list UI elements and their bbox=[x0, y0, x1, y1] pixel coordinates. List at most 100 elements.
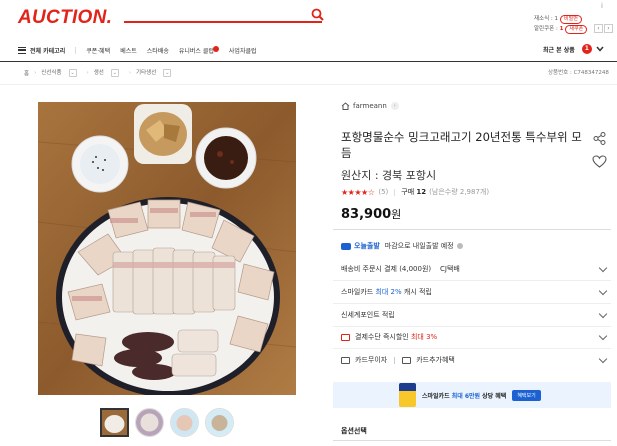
smile-card-suffix: 캐시 적립 bbox=[401, 288, 432, 296]
seller-link[interactable]: farmeann › bbox=[341, 102, 399, 110]
rating-summary: ★★★★☆ (5) 구매 12 (남은수량 2,987개) bbox=[341, 187, 489, 197]
card-benefit-label[interactable]: 카드추가혜택 bbox=[416, 355, 455, 365]
price-divider bbox=[333, 229, 611, 230]
card-icon bbox=[341, 333, 350, 341]
chevron-down-icon: ⌄ bbox=[163, 69, 172, 77]
notice-label: 재소식 : 1 bbox=[534, 16, 559, 22]
banner-text-highlight: 최대 6만원 bbox=[451, 392, 481, 400]
review-count[interactable]: (5) bbox=[378, 188, 388, 196]
options-heading: 옵션선택 bbox=[341, 427, 367, 435]
product-number: 상품번호 : C748347248 bbox=[548, 70, 609, 76]
purchase-number: 12 bbox=[416, 188, 427, 196]
product-main-image bbox=[38, 102, 296, 395]
delivery-fee-row[interactable]: 배송비 주문시 결제 (4,000원) CJ택배 bbox=[341, 263, 608, 275]
shinsegae-point-row[interactable]: 신세계포인트 적립 bbox=[341, 309, 608, 321]
chevron-down-icon bbox=[598, 263, 608, 273]
shinsegae-text: 신세계포인트 적립 bbox=[341, 311, 395, 319]
today-ship-label: 오늘출발 bbox=[354, 242, 380, 250]
recent-products[interactable]: 최근 본 상품 1 bbox=[543, 44, 604, 54]
info-icon[interactable] bbox=[456, 243, 463, 249]
thumbnail-3[interactable] bbox=[170, 408, 199, 437]
breadcrumb-arrow-icon: › bbox=[86, 69, 89, 76]
product-title: 포항명물순수 밍크고래고기 20년전통 특수부위 모듬 bbox=[341, 130, 582, 160]
interest-free-label[interactable]: 카드무이자 bbox=[355, 355, 387, 365]
chevron-down-icon bbox=[598, 309, 608, 319]
breadcrumb: 홈 › 신선식품 ⌄ › 생선 ⌄ › 기타생선 ⌄ bbox=[24, 68, 181, 77]
breadcrumb-level-1[interactable]: 신선식품 ⌄ bbox=[41, 68, 81, 77]
new-badge bbox=[212, 45, 219, 52]
thumbnail-2[interactable] bbox=[135, 408, 164, 437]
info-icon[interactable]: i bbox=[601, 2, 603, 10]
smile-card-row[interactable]: 스마일카드 최대 2% 캐시 적립 bbox=[341, 286, 608, 298]
nav-item-universe-club[interactable]: 유니버스 클럽 bbox=[178, 45, 219, 55]
shipping-today: 오늘출발 마감으로 내일출발 예정 bbox=[341, 241, 463, 251]
breadcrumb-home[interactable]: 홈 bbox=[24, 69, 29, 77]
today-ship-desc: 마감으로 내일출발 예정 bbox=[384, 242, 454, 250]
nav-item-best[interactable]: 베스트 bbox=[120, 46, 137, 55]
nav-item-universe-label: 유니버스 클럽 bbox=[178, 47, 214, 55]
coupon-label: 알린쿠폰 : bbox=[534, 26, 558, 32]
card-benefit-row[interactable]: 카드무이자 카드추가혜택 bbox=[341, 354, 608, 366]
search-icon[interactable] bbox=[311, 8, 324, 21]
share-icon[interactable] bbox=[593, 132, 606, 145]
remaining-stock: (남은수량 2,987개) bbox=[429, 188, 490, 196]
pager-prev-button[interactable]: ‹ bbox=[594, 24, 603, 33]
coupon-count: 1 bbox=[559, 26, 564, 32]
star-rating-icon: ★★★★☆ bbox=[341, 187, 375, 197]
search-input[interactable] bbox=[124, 21, 322, 23]
banner-text-pre: 스마일카드 bbox=[422, 392, 452, 400]
chevron-down-icon bbox=[598, 331, 608, 341]
breadcrumb-level-3-label: 기타생선 bbox=[136, 70, 157, 76]
price-value: 83,900 bbox=[341, 207, 392, 222]
price-unit: 원 bbox=[391, 208, 402, 221]
thumbnail-1[interactable] bbox=[100, 408, 129, 437]
purchase-count: 구매 12 bbox=[401, 187, 426, 197]
pager-next-button[interactable]: › bbox=[604, 24, 613, 33]
discount-label: 결제수단 즉시할인 bbox=[355, 333, 411, 341]
smile-card-label: 스마일카드 bbox=[341, 288, 376, 296]
smile-card-text: 스마일카드 최대 2% 캐시 적립 bbox=[341, 287, 432, 297]
row-divider bbox=[333, 303, 611, 304]
header-pager: ‹ › bbox=[593, 24, 613, 33]
discount-rate: 최대 3% bbox=[410, 333, 438, 341]
thumbnail-4[interactable] bbox=[205, 408, 234, 437]
smile-card-rate: 최대 2% bbox=[375, 288, 402, 296]
discount-text: 결제수단 즉시할인 최대 3% bbox=[355, 332, 437, 342]
purchase-label: 구매 bbox=[401, 188, 415, 196]
chevron-down-icon: ⌄ bbox=[110, 69, 119, 77]
smile-card-banner[interactable]: 스마일카드 최대 6만원 상당 혜택 혜택보기 bbox=[333, 382, 611, 408]
row-divider bbox=[333, 280, 611, 281]
instant-discount-row[interactable]: 결제수단 즉시할인 최대 3% bbox=[341, 331, 608, 343]
nav-item-business-club[interactable]: 사업자클럽 bbox=[229, 46, 257, 55]
nav-all-categories[interactable]: 전체 카테고리 bbox=[18, 46, 65, 55]
card-icon bbox=[402, 356, 412, 364]
seller-name: farmeann bbox=[353, 102, 387, 110]
main-nav: 전체 카테고리 쿠폰·혜택 베스트 스타배송 유니버스 클럽 사업자클럽 bbox=[18, 43, 608, 57]
chevron-down-icon bbox=[596, 46, 604, 52]
chevron-down-icon bbox=[598, 354, 608, 364]
banner-text: 스마일카드 최대 6만원 상당 혜택 bbox=[422, 391, 506, 400]
notice-pill[interactable]: 비밀번 bbox=[560, 15, 582, 24]
row-inner-divider bbox=[394, 356, 396, 364]
rating-divider bbox=[394, 188, 396, 196]
delivery-fee-text: 배송비 주문시 결제 (4,000원) CJ택배 bbox=[341, 265, 460, 273]
user-status: 재소식 : 1 비밀번 알린쿠폰 : 1 새쿠폰 bbox=[534, 14, 588, 34]
nav-item-coupons[interactable]: 쿠폰·혜택 bbox=[86, 46, 110, 55]
chevron-down-icon: ⌄ bbox=[68, 69, 77, 77]
benefit-view-button[interactable]: 혜택보기 bbox=[512, 389, 541, 401]
auction-logo[interactable]: AUCTION. bbox=[18, 7, 112, 29]
breadcrumb-level-2[interactable]: 생선 ⌄ bbox=[94, 68, 124, 77]
breadcrumb-level-2-label: 생선 bbox=[93, 70, 104, 76]
breadcrumb-divider bbox=[0, 84, 617, 85]
origin-info: 원산지 : 경북 포항시 bbox=[341, 169, 437, 182]
breadcrumb-arrow-icon: › bbox=[128, 69, 132, 76]
options-divider bbox=[333, 440, 611, 441]
nav-item-star-delivery[interactable]: 스타배송 bbox=[147, 46, 169, 55]
smile-card-image bbox=[399, 383, 416, 407]
truck-icon bbox=[341, 242, 351, 250]
heart-icon[interactable] bbox=[592, 155, 607, 168]
breadcrumb-level-3[interactable]: 기타생선 ⌄ bbox=[136, 68, 176, 77]
nav-divider-line bbox=[0, 61, 617, 62]
coupon-pill[interactable]: 새쿠폰 bbox=[565, 25, 588, 34]
recent-count-badge: 1 bbox=[581, 44, 592, 54]
